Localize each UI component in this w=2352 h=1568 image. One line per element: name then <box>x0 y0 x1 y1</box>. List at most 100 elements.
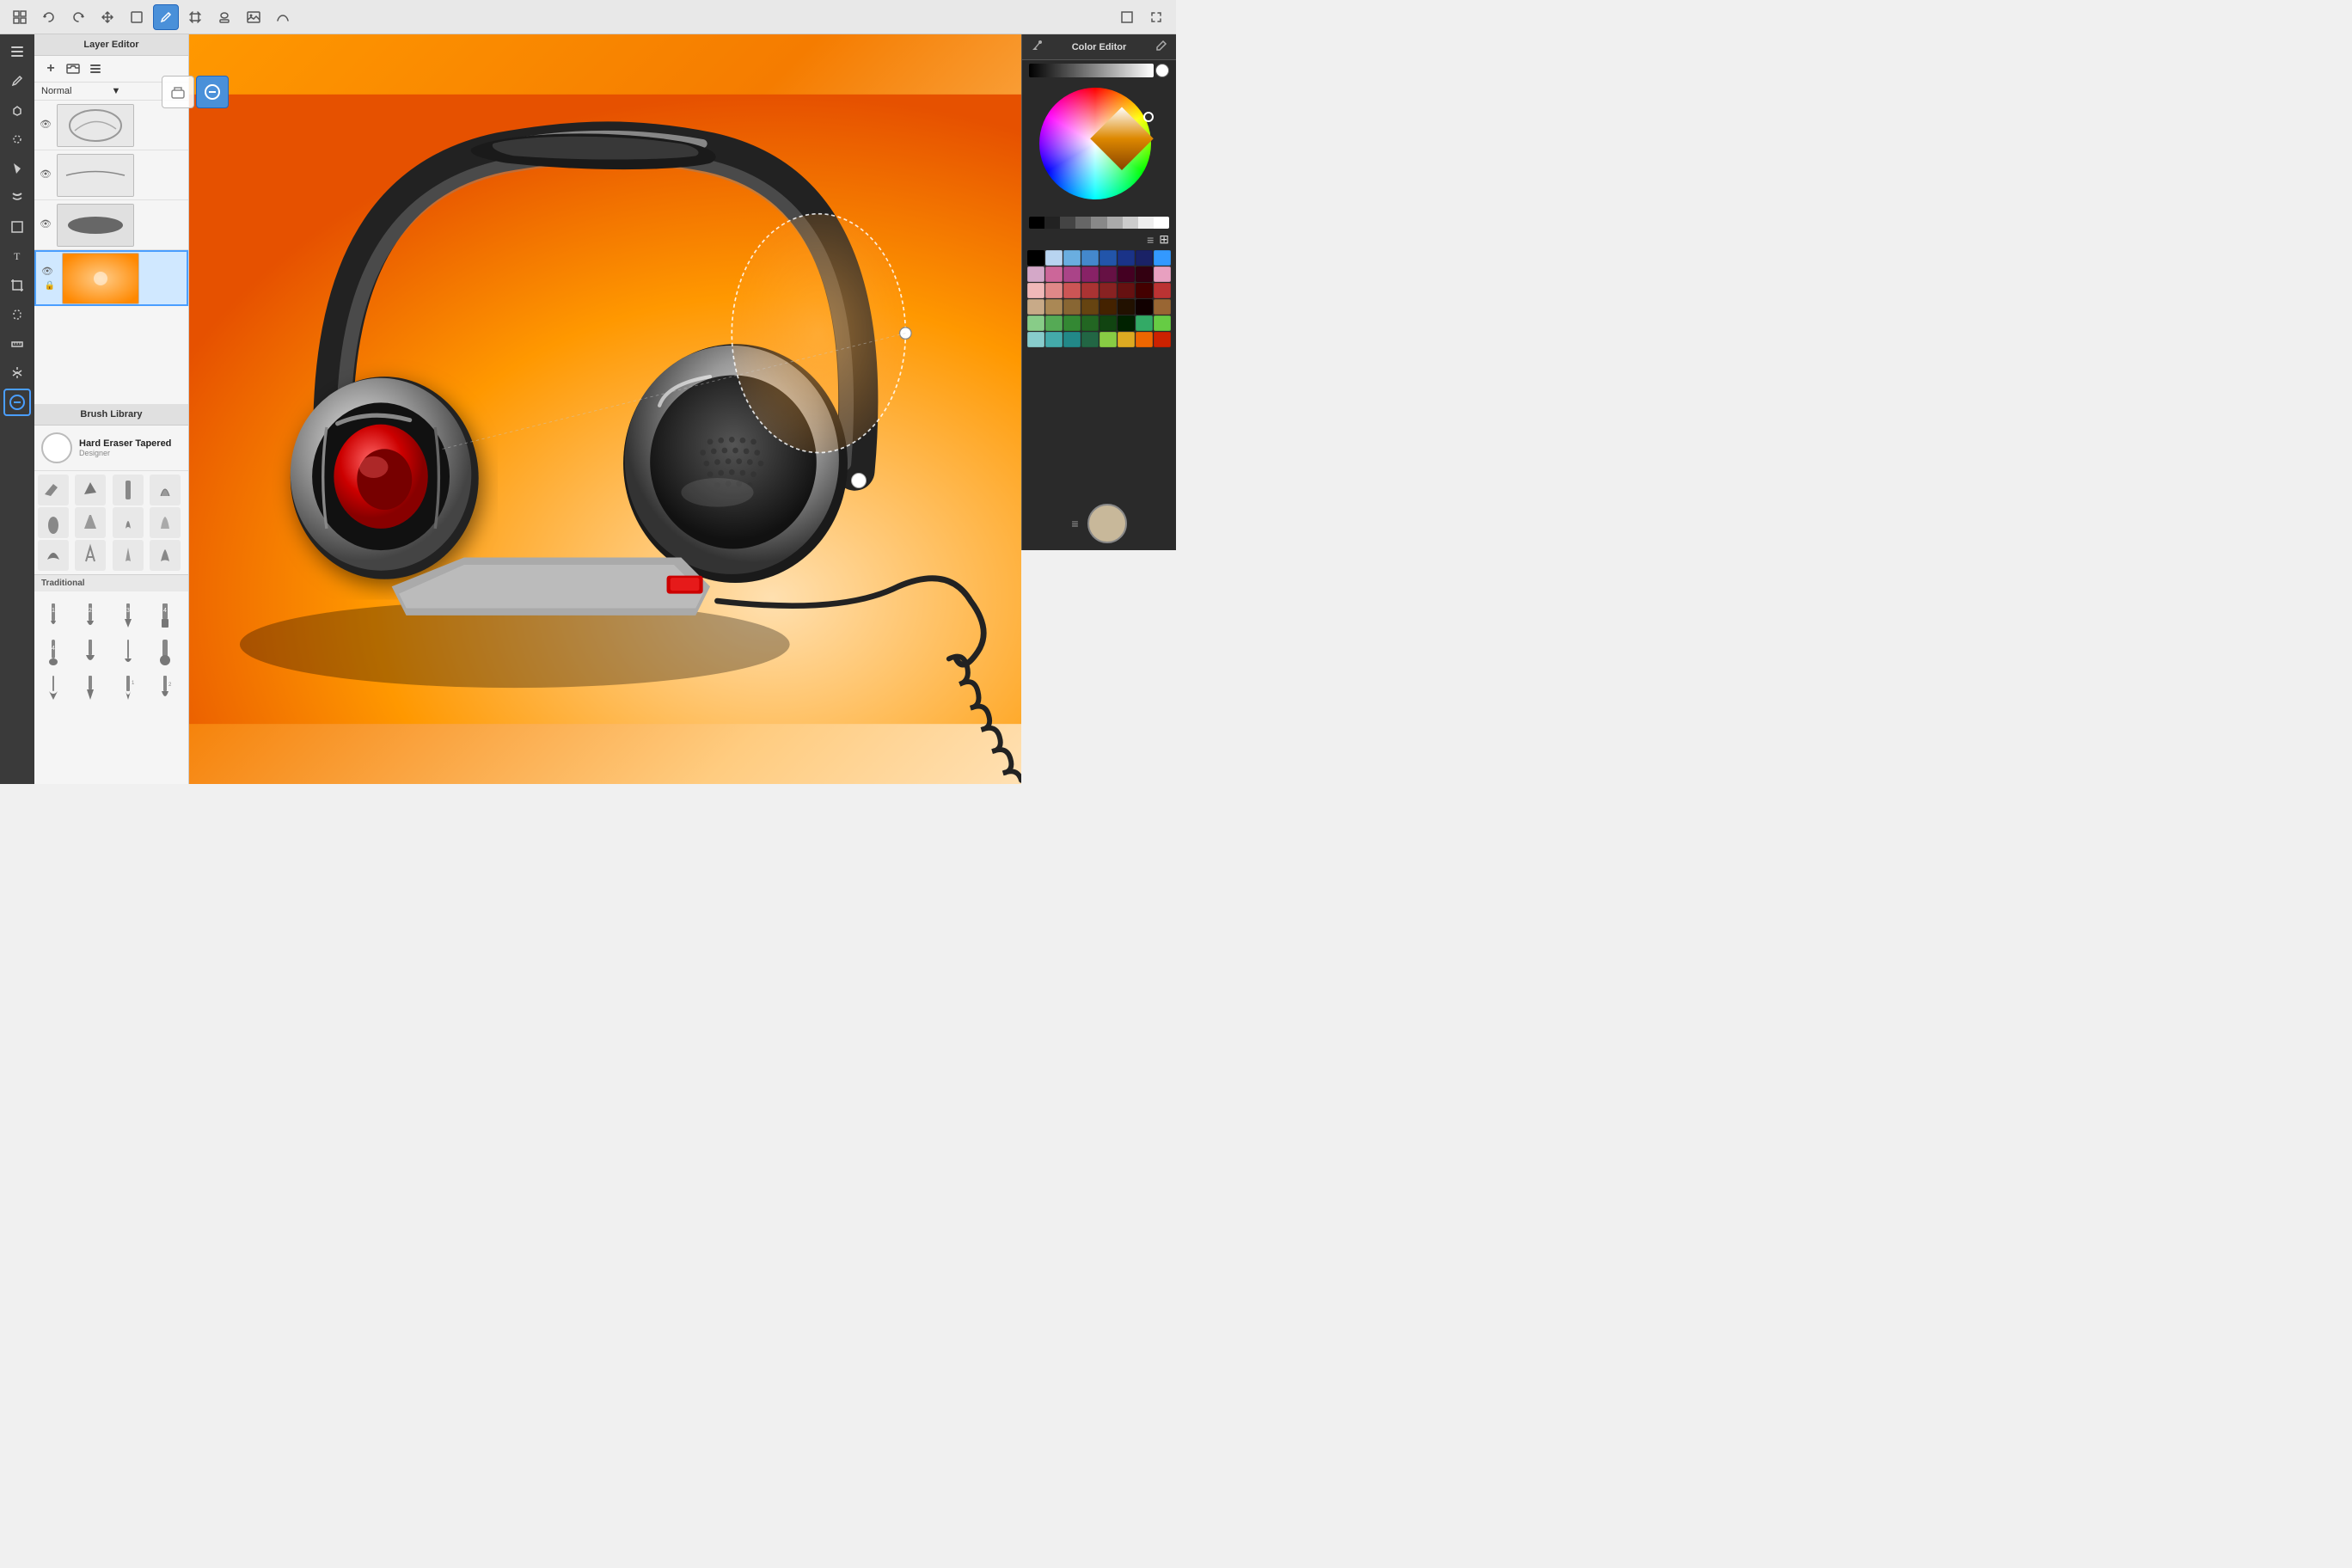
trad-brush-10[interactable]: 1 <box>113 667 144 701</box>
trad-brush-4b[interactable]: 4 <box>38 631 69 665</box>
swatch-brown-5[interactable] <box>1099 299 1117 315</box>
gray-swatch-4[interactable] <box>1091 217 1106 229</box>
layer-item-3[interactable]: 👁 <box>34 200 188 250</box>
gray-swatch-6[interactable] <box>1123 217 1138 229</box>
toolbar-transform-btn[interactable] <box>182 4 208 30</box>
swatch-pink-4[interactable] <box>1081 266 1099 282</box>
swatch-teal-1[interactable] <box>1027 332 1044 347</box>
swatch-blue-4[interactable] <box>1099 250 1117 266</box>
swatch-black[interactable] <box>1027 250 1044 266</box>
brush-item-4[interactable] <box>150 475 181 505</box>
swatch-brown-1[interactable] <box>1027 299 1044 315</box>
swatch-brown-6[interactable] <box>1118 299 1135 315</box>
layer-item-4[interactable]: 👁 🔒 <box>34 250 188 306</box>
toolbar-undo-btn[interactable] <box>36 4 62 30</box>
color-wheel-container[interactable] <box>1022 81 1176 215</box>
swatch-teal-4[interactable] <box>1081 332 1099 347</box>
trad-brush-4a[interactable]: 4 <box>150 595 181 629</box>
gray-swatch-2[interactable] <box>1060 217 1075 229</box>
toolbar-image-btn[interactable] <box>241 4 266 30</box>
color-gradient-strip[interactable] <box>1029 64 1154 77</box>
swatch-green-5[interactable] <box>1099 315 1117 331</box>
brush-item-7[interactable] <box>113 507 144 538</box>
swatch-blue-6[interactable] <box>1136 250 1153 266</box>
swatch-pink-2[interactable] <box>1045 266 1063 282</box>
layer-4-lock[interactable]: 🔒 <box>45 281 55 291</box>
gray-swatch-3[interactable] <box>1075 217 1091 229</box>
swatch-blue-2[interactable] <box>1063 250 1081 266</box>
toolbar-select-btn[interactable] <box>124 4 150 30</box>
trad-brush-8[interactable] <box>38 667 69 701</box>
swatch-orange-red-1[interactable] <box>1154 332 1171 347</box>
gray-swatch-5[interactable] <box>1107 217 1123 229</box>
swatch-brown-8[interactable] <box>1154 299 1171 315</box>
tool-ruler[interactable] <box>3 330 31 358</box>
swatch-pink-7[interactable] <box>1136 266 1153 282</box>
swatch-blue-5[interactable] <box>1118 250 1135 266</box>
tool-text[interactable]: T <box>3 242 31 270</box>
gray-swatch-1[interactable] <box>1044 217 1060 229</box>
brush-item-11[interactable] <box>113 540 144 571</box>
trad-brush-2[interactable]: 2 <box>75 595 106 629</box>
layer-item-2[interactable]: 👁 <box>34 150 188 200</box>
swatch-yellow-1[interactable] <box>1118 332 1135 347</box>
brush-item-12[interactable] <box>150 540 181 571</box>
erase-active-btn[interactable] <box>196 76 229 108</box>
tool-pencil[interactable] <box>3 67 31 95</box>
swatch-red-6[interactable] <box>1118 283 1135 298</box>
swatch-yellow-green-1[interactable] <box>1099 332 1117 347</box>
tool-eraser[interactable] <box>3 389 31 416</box>
toolbar-pencil-btn[interactable] <box>153 4 179 30</box>
tool-layers[interactable] <box>3 38 31 65</box>
group-layer-btn[interactable] <box>64 59 83 78</box>
gray-swatch-7[interactable] <box>1138 217 1154 229</box>
trad-brush-11[interactable]: 2 <box>150 667 181 701</box>
brush-item-5[interactable] <box>38 507 69 538</box>
swatch-list-view[interactable]: ≡ <box>1147 232 1154 247</box>
swatch-red-2[interactable] <box>1045 283 1063 298</box>
brush-item-1[interactable] <box>38 475 69 505</box>
canvas-area[interactable] <box>189 34 1021 784</box>
swatch-red-3[interactable] <box>1063 283 1081 298</box>
swatch-green-8[interactable] <box>1154 315 1171 331</box>
erase-toggle-btn[interactable] <box>162 76 194 108</box>
color-editor-dropper2[interactable] <box>1155 40 1167 54</box>
tool-symmetry[interactable] <box>3 359 31 387</box>
toolbar-redo-btn[interactable] <box>65 4 91 30</box>
swatch-pink-1[interactable] <box>1027 266 1044 282</box>
swatch-teal-3[interactable] <box>1063 332 1081 347</box>
layer-2-visibility[interactable]: 👁 <box>40 168 53 182</box>
swatch-green-1[interactable] <box>1027 315 1044 331</box>
layer-1-visibility[interactable]: 👁 <box>40 119 53 132</box>
trad-brush-9[interactable] <box>75 667 106 701</box>
trad-brush-1[interactable]: 1 <box>38 595 69 629</box>
tool-smudge[interactable] <box>3 184 31 211</box>
swatch-green-3[interactable] <box>1063 315 1081 331</box>
brush-item-8[interactable] <box>150 507 181 538</box>
color-white-swatch[interactable] <box>1155 64 1169 77</box>
layer-3-visibility[interactable]: 👁 <box>40 218 53 232</box>
toolbar-curve-btn[interactable] <box>270 4 296 30</box>
toolbar-grid-btn[interactable] <box>7 4 33 30</box>
swatch-green-7[interactable] <box>1136 315 1153 331</box>
trad-brush-6[interactable] <box>113 631 144 665</box>
swatch-red-1[interactable] <box>1027 283 1044 298</box>
tool-airbrush[interactable] <box>3 126 31 153</box>
toolbar-fullscreen-btn[interactable] <box>1143 4 1169 30</box>
swatch-blue-7[interactable] <box>1154 250 1171 266</box>
swatch-green-2[interactable] <box>1045 315 1063 331</box>
swatch-brown-4[interactable] <box>1081 299 1099 315</box>
active-color-display[interactable] <box>1087 504 1127 543</box>
swatch-red-5[interactable] <box>1099 283 1117 298</box>
trad-brush-3[interactable]: 3 <box>113 595 144 629</box>
swatch-red-8[interactable] <box>1154 283 1171 298</box>
layer-menu-btn[interactable] <box>86 59 105 78</box>
swatch-blue-3[interactable] <box>1081 250 1099 266</box>
brush-item-6[interactable] <box>75 507 106 538</box>
swatch-brown-3[interactable] <box>1063 299 1081 315</box>
swatch-brown-7[interactable] <box>1136 299 1153 315</box>
tool-shape[interactable] <box>3 213 31 241</box>
swatch-pink-6[interactable] <box>1118 266 1135 282</box>
swatch-pink-3[interactable] <box>1063 266 1081 282</box>
swatch-green-4[interactable] <box>1081 315 1099 331</box>
